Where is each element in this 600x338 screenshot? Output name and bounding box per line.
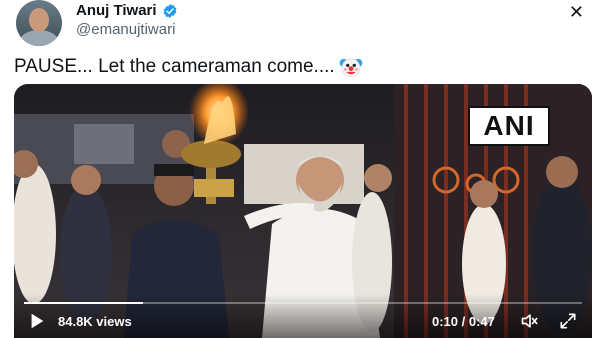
volume-icon[interactable] — [520, 311, 540, 331]
clown-face-icon — [339, 58, 363, 78]
tweet-text: PAUSE... Let the cameraman come.... — [14, 54, 364, 80]
video-controls: 84.8K views 0:10 / 0:47 — [14, 294, 592, 338]
author-name-row: Anuj Tiwari — [76, 2, 178, 19]
expand-icon[interactable] — [558, 311, 578, 331]
view-count: 84.8K views — [58, 314, 132, 329]
tweet-text-content: PAUSE... Let the cameraman come.... — [14, 56, 335, 77]
progress-bar[interactable] — [24, 302, 582, 304]
video-time: 0:10 / 0:47 — [432, 314, 495, 329]
tweet-header: Anuj Tiwari @emanujtiwari ✕ — [14, 0, 586, 46]
author-avatar[interactable] — [16, 0, 62, 46]
close-icon[interactable]: ✕ — [569, 2, 584, 23]
video-player[interactable]: ANI 84.8K views 0:10 / 0:47 — [14, 84, 592, 338]
verified-badge-icon — [163, 3, 177, 18]
avatar-face — [29, 8, 49, 32]
play-icon[interactable] — [28, 312, 46, 330]
avatar-shirt — [20, 30, 58, 46]
author-name[interactable]: Anuj Tiwari — [76, 2, 157, 19]
author-handle[interactable]: @emanujtiwari — [76, 21, 175, 38]
progress-fill — [24, 302, 143, 304]
ani-watermark-logo: ANI — [468, 106, 550, 146]
